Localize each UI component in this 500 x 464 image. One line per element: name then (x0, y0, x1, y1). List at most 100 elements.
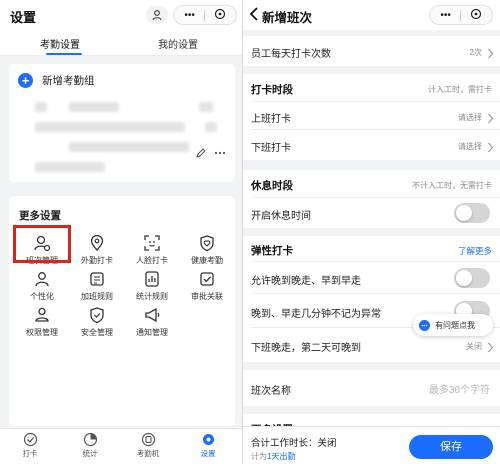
row-label: 晚到、早走几分钟不记为异常 (251, 309, 381, 320)
grid-item-approval-link[interactable]: 审批关联 (179, 268, 235, 304)
capsule-divider (459, 9, 461, 21)
grid-item-label: 个性化 (30, 292, 54, 301)
plus-icon: + (18, 73, 33, 88)
flex-checkin-header: 弹性打卡 了解更多 (243, 236, 500, 262)
location-pin-icon (90, 234, 104, 251)
tab-attendance-settings[interactable]: 考勤设置 (40, 36, 80, 51)
grid-item-permission[interactable]: 权限管理 (14, 304, 70, 340)
new-shift-screen: 新增班次 ••• 员工每天打卡次数 2次 打卡时段 计入工时，需打卡 上班打卡 … (243, 0, 500, 464)
mini-program-capsule: ••• (173, 5, 237, 25)
bottom-tab-bar: 打卡 统计 考勤机 设置 (0, 428, 242, 464)
save-button[interactable]: 保存 (409, 435, 493, 459)
total-hours-text: 合计工作时长：关闭 (251, 438, 337, 449)
row-label: 上班打卡 (251, 114, 291, 125)
attendance-group-card: + 新增考勤组 (9, 64, 235, 182)
right-header: 新增班次 ••• (243, 0, 500, 30)
more-settings-title: 更多设置 (19, 210, 61, 222)
section-title: 休息时段 (251, 180, 293, 192)
help-floating-button[interactable]: 有问题点我 (413, 314, 493, 336)
user-menu-button[interactable] (146, 6, 168, 24)
active-tab-indicator (46, 53, 82, 55)
highlight-box-shift-management (13, 225, 71, 263)
edit-icon (196, 148, 206, 158)
tab-my-settings[interactable]: 我的设置 (158, 36, 198, 51)
attendance-days-link[interactable]: 1天出勤 (267, 452, 295, 461)
tab-statistics[interactable]: 统计 (70, 432, 110, 459)
section-title: 打卡时段 (251, 84, 293, 96)
section-hint: 计入工时，需打卡 (428, 85, 492, 94)
grid-item-label: 健康考勤 (191, 256, 223, 265)
enable-rest-toggle[interactable] (454, 203, 490, 223)
grid-item-statistics-rule[interactable]: 统计规则 (124, 268, 180, 304)
attendance-machine-icon (141, 432, 155, 447)
row-label: 下班打卡 (251, 143, 291, 154)
close-button[interactable] (214, 8, 226, 23)
blurred-block (205, 122, 217, 132)
grid-item-label: 通知管理 (136, 328, 168, 337)
grid-item-personalize[interactable]: 个性化 (14, 268, 70, 304)
overtime-rule-icon (90, 272, 104, 286)
section-title: 弹性打卡 (251, 245, 293, 257)
help-label: 有问题点我 (435, 320, 475, 330)
face-scan-icon (144, 235, 160, 251)
tab-settings[interactable]: 设置 (188, 432, 228, 459)
grid-item-overtime-rule[interactable]: 加班规则 (69, 268, 125, 304)
grid-item-label: 权限管理 (26, 328, 58, 337)
chevron-right-icon (487, 340, 494, 358)
blurred-block (35, 162, 105, 172)
work-start-row[interactable]: 上班打卡 请选择 (243, 102, 500, 130)
settings-tabs: 考勤设置 我的设置 (0, 30, 242, 56)
row-label: 开启休息时间 (251, 211, 311, 222)
chevron-left-icon (249, 7, 258, 21)
tab-attendance-machine[interactable]: 考勤机 (128, 432, 168, 459)
close-circle-icon (470, 8, 481, 19)
close-button[interactable] (470, 8, 482, 23)
mini-program-capsule: ••• (429, 5, 493, 25)
row-label: 班次名称 (251, 386, 291, 397)
group-edit-button[interactable] (195, 146, 207, 164)
grid-item-health-attendance[interactable]: 健康考勤 (179, 232, 235, 268)
tab-checkin[interactable]: 打卡 (10, 432, 50, 459)
ellipsis-icon (214, 151, 226, 155)
user-icon (152, 10, 162, 21)
blurred-group-list (9, 96, 235, 180)
checkin-period-header: 打卡时段 计入工时，需打卡 (243, 74, 500, 102)
learn-more-link[interactable]: 了解更多 (458, 245, 492, 257)
more-options-button[interactable]: ••• (184, 10, 195, 21)
daily-checkins-row[interactable]: 员工每天打卡次数 2次 (243, 36, 500, 66)
blurred-block (199, 102, 213, 112)
row-label: 员工每天打卡次数 (251, 49, 331, 60)
notification-megaphone-icon (145, 307, 160, 323)
grid-item-field-checkin[interactable]: 外勤打卡 (69, 232, 125, 268)
row-label: 允许晚到晚走、早到早走 (251, 276, 361, 287)
capsule-divider (203, 9, 205, 21)
permission-icon (35, 307, 49, 322)
tab-label: 考勤机 (136, 449, 160, 458)
settings-gear-icon (202, 434, 214, 445)
chevron-right-icon (487, 111, 494, 129)
row-value: 2次 (469, 48, 482, 57)
chevron-right-icon (487, 46, 494, 64)
add-group-label: 新增考勤组 (42, 75, 95, 87)
group-more-button[interactable] (214, 146, 226, 164)
grid-item-notification[interactable]: 通知管理 (124, 304, 180, 340)
grid-item-security[interactable]: 安全管理 (69, 304, 125, 340)
late-in-late-out-toggle[interactable] (454, 268, 490, 288)
shift-name-input[interactable]: 最多30个字符 (429, 381, 490, 396)
more-options-button[interactable]: ••• (440, 10, 451, 21)
statistics-icon (83, 432, 97, 447)
page-title: 设置 (10, 10, 37, 25)
blurred-block (35, 102, 47, 112)
blurred-block (35, 122, 185, 132)
blurred-block (69, 142, 189, 152)
personalize-icon (35, 272, 49, 287)
back-button[interactable] (248, 6, 260, 27)
statistics-rule-icon (145, 271, 159, 287)
grid-item-label: 安全管理 (81, 328, 113, 337)
row-value: 请选择 (458, 142, 482, 151)
work-end-row[interactable]: 下班打卡 请选择 (243, 130, 500, 160)
enable-rest-row: 开启休息时间 (243, 198, 500, 228)
left-header: 设置 ••• (0, 0, 242, 30)
grid-item-face-checkin[interactable]: 人脸打卡 (124, 232, 180, 268)
add-attendance-group-button[interactable]: + 新增考勤组 (18, 73, 95, 88)
